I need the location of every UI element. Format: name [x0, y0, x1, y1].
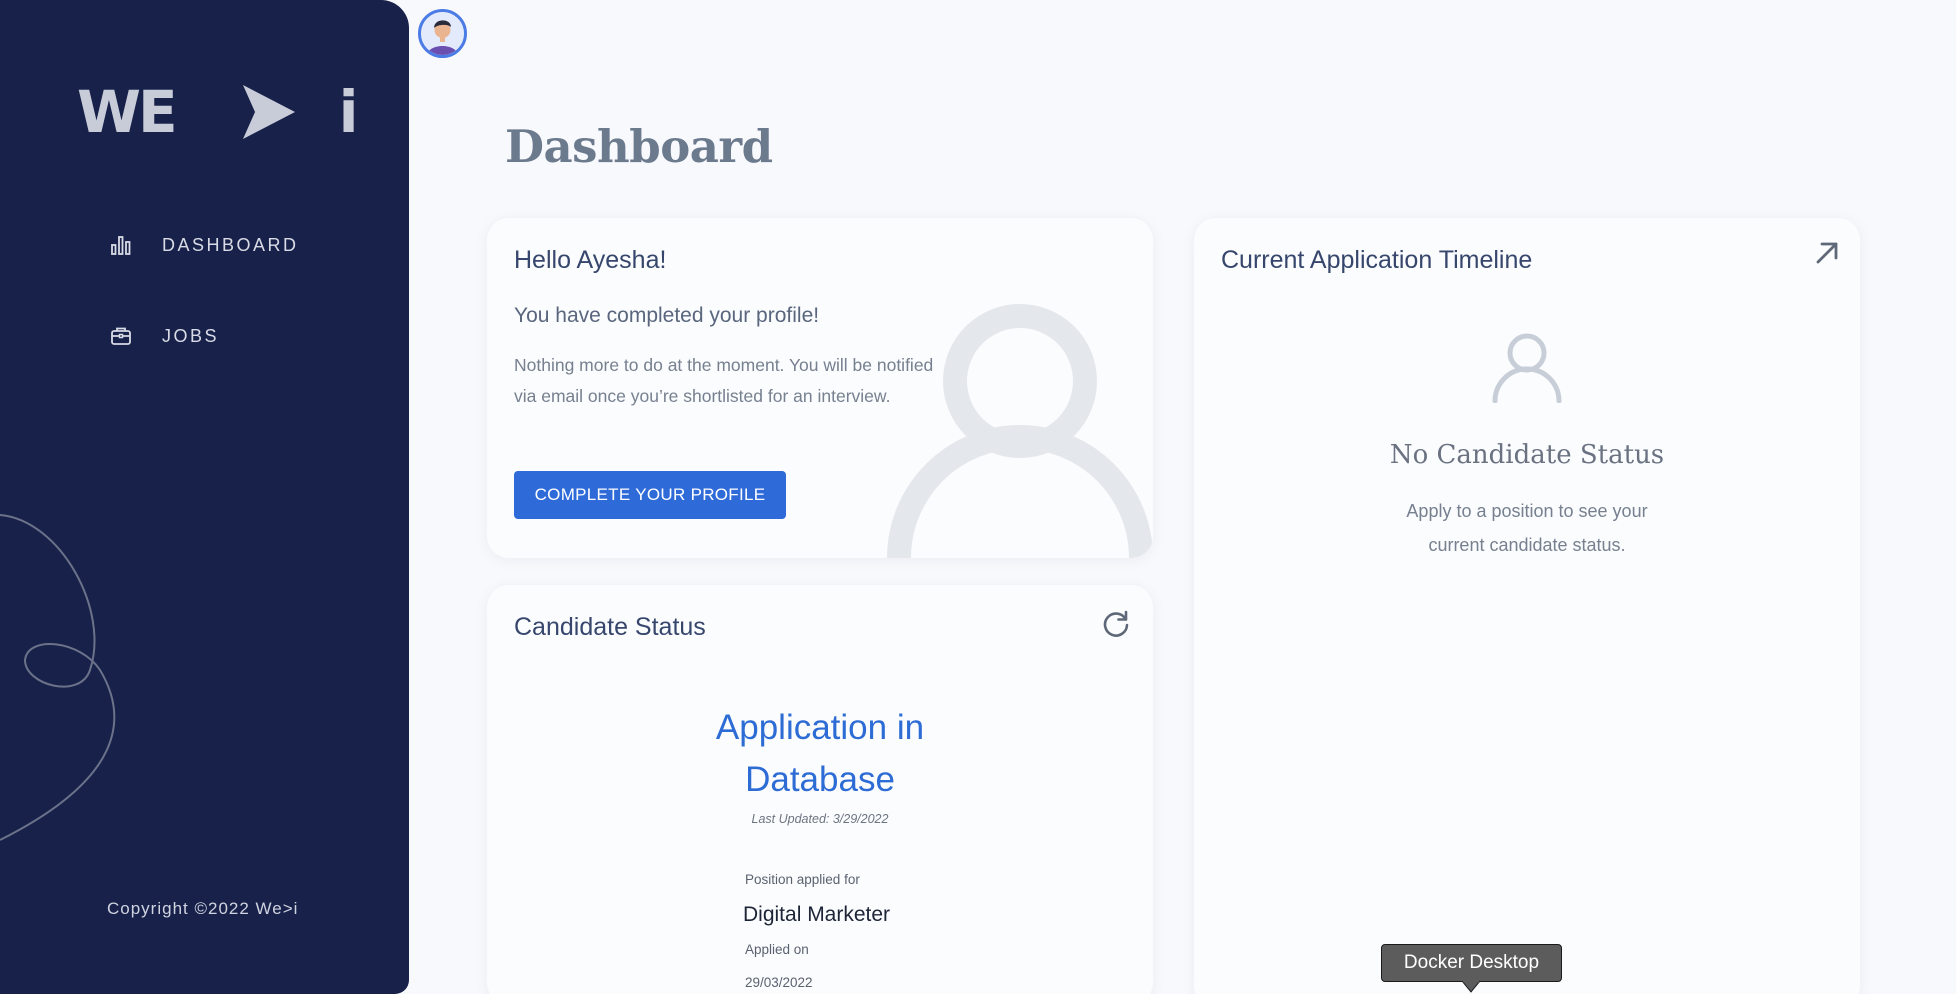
hello-description: Nothing more to do at the moment. You wi…: [514, 355, 934, 406]
decorative-swirl: [0, 514, 116, 841]
user-avatar-icon: [421, 12, 464, 55]
refresh-icon[interactable]: [1101, 609, 1131, 639]
candidate-status-card: Candidate Status Application in Database…: [487, 585, 1153, 994]
sidebar: WE i DASHBOARD JOBS Copyright ©2022 We>i: [0, 0, 409, 994]
logo-text-we: WE: [77, 78, 178, 146]
hello-card: Hello Ayesha! You have completed your pr…: [487, 218, 1153, 558]
sidebar-item-label: JOBS: [162, 325, 220, 346]
hello-subtitle: You have completed your profile!: [514, 304, 820, 327]
candidate-status-title: Candidate Status: [514, 613, 706, 641]
sidebar-item-jobs[interactable]: JOBS: [110, 325, 219, 347]
position-value: Digital Marketer: [743, 903, 891, 926]
application-status: Application in Database: [487, 702, 1153, 806]
logo-text-i: i: [338, 78, 359, 146]
hello-title: Hello Ayesha!: [514, 246, 667, 274]
application-status-line2: Database: [745, 760, 895, 799]
user-silhouette-icon: [887, 304, 1153, 558]
avatar[interactable]: [418, 9, 467, 58]
expand-arrow-icon[interactable]: [1814, 240, 1840, 266]
logo[interactable]: WE i: [77, 78, 359, 146]
application-status-line1: Application in: [715, 708, 925, 747]
no-status-description: Apply to a position to see your current …: [1406, 501, 1648, 555]
application-timeline-card: Current Application Timeline No Candidat…: [1194, 218, 1860, 994]
person-icon: [1492, 333, 1562, 403]
docker-desktop-tooltip: Docker Desktop: [1381, 944, 1562, 982]
timeline-title: Current Application Timeline: [1221, 246, 1533, 274]
applied-on-value: 29/03/2022: [745, 975, 813, 990]
no-status-title: No Candidate Status: [1389, 440, 1665, 470]
app-root: WE i DASHBOARD JOBS Copyright ©2022 We>i…: [0, 0, 1956, 994]
applied-on-label: Applied on: [745, 942, 809, 957]
page-title: Dashboard: [505, 120, 773, 173]
complete-profile-button[interactable]: COMPLETE YOUR PROFILE: [514, 471, 786, 519]
bar-chart-icon: [111, 236, 131, 255]
briefcase-icon: [111, 327, 131, 345]
tooltip-arrow: [1462, 981, 1480, 993]
copyright-text: Copyright ©2022 We>i: [107, 899, 299, 918]
sidebar-item-dashboard[interactable]: DASHBOARD: [110, 234, 299, 256]
position-label: Position applied for: [745, 872, 860, 887]
logo-chevron-icon: [242, 85, 295, 139]
last-updated-text: Last Updated: 3/29/2022: [751, 812, 889, 826]
sidebar-item-label: DASHBOARD: [162, 234, 299, 255]
